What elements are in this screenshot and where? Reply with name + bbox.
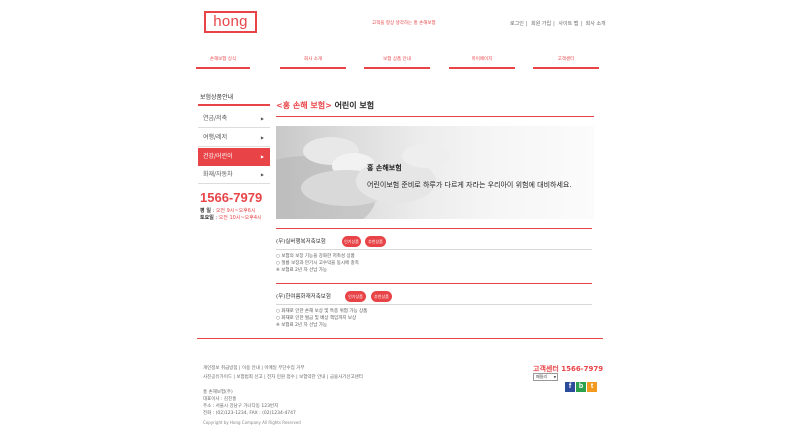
sidebar-divider [198, 104, 270, 106]
util-nav: 로그인 | 회원 가입 | 사이트 맵 | 회사 소개 [510, 21, 606, 27]
terms-link[interactable]: 보험약관 안내 [299, 375, 325, 380]
banner-description: 어린이보험 준비로 하루가 다르게 자라는 우리아이 위험에 대비하세요. [367, 181, 572, 189]
badge-recommended: 추천상품 [371, 291, 392, 302]
photo-guide-link[interactable]: 사진공유가이드 [203, 375, 232, 380]
sidebar-phone: 1566-7979 [200, 190, 263, 205]
complaint-link[interactable]: 전자 민원 접수 [267, 375, 295, 380]
sidebar-title: 보험상품안내 [200, 94, 234, 101]
product-bullet: ※ 보험료 2년 자 선납 가능 [276, 268, 328, 273]
slogan: 고객을 항상 생각하는 홍 손해보험 [372, 21, 436, 26]
login-link[interactable]: 로그인 [510, 21, 524, 27]
footer-copyright: Copyright by Hong Company All Rights Res… [203, 420, 301, 425]
gnb-products[interactable]: 보험 상품 안내 [364, 55, 430, 69]
email-refusal-link[interactable]: 이메일 무단수집 거부 [264, 366, 304, 371]
baby-hands-image [276, 137, 450, 219]
family-site-select[interactable]: 패밀리 ▼ [533, 373, 558, 381]
product-bullet: ○ 보험의 보장 기능을 강화한 저축성 상품 [276, 254, 355, 259]
sidebar-item-label: 화재/자동차 [203, 171, 233, 178]
footer-company: 홍 손해보험(주) [203, 390, 233, 395]
gnb-insurance-knowledge[interactable]: 손해보험 상식 [196, 55, 250, 69]
badge-popular: 인기상품 [345, 291, 366, 302]
twitter-icon[interactable]: t [587, 382, 597, 392]
banner-company-name: 홍 손해보험 [367, 164, 402, 172]
product-separator [276, 304, 592, 305]
sidebar-item-pension[interactable]: 연금/저축 ▶ [198, 110, 270, 128]
badge-recommended: 추천상품 [365, 236, 386, 247]
finance-fraud-link[interactable]: 금융사기신고센터 [330, 375, 363, 380]
hours-label: 토요일 [200, 215, 214, 221]
footer-ceo: 대표이사 : 김진홍 [203, 397, 237, 402]
banner-image [276, 126, 594, 219]
product-bullet: ○ 화재로 인한 벌금 및 배상 책임까지 보상 [276, 316, 357, 321]
product-divider [276, 283, 592, 284]
callcenter-label: 고객센터 [533, 365, 559, 373]
about-link[interactable]: 회사 소개 [586, 21, 606, 27]
family-site-value: 패밀리 [536, 374, 548, 379]
product-bullet: ○ 절릉 보장과 만기시 고수익을 동시에 충족 [276, 261, 359, 266]
sidebar-item-label: 건강/어린이 [203, 153, 233, 160]
arrow-right-icon: ▶ [260, 135, 264, 140]
sitemap-link[interactable]: 사이트 맵 [558, 21, 578, 27]
product-separator [276, 249, 592, 250]
sidebar-item-label: 여행/레저 [203, 134, 228, 141]
facebook-icon[interactable]: f [565, 382, 575, 392]
arrow-right-icon: ▶ [260, 172, 264, 177]
gnb-company[interactable]: 회사 소개 [280, 55, 346, 69]
sidebar-item-fire-auto[interactable]: 화재/자동차 ▶ [198, 166, 270, 184]
product-bullet: ※ 보험료 2년 자 선납 가능 [276, 323, 328, 328]
product-name[interactable]: (무)한여름화재저축보험 [276, 292, 331, 300]
chevron-down-icon: ▼ [553, 375, 556, 379]
footer-tel: 전화 : (02)123-1234, FAX : (02)1234-4747 [203, 411, 296, 416]
hours-weekday: 평 일 : 오전 9시~오후6시 [200, 208, 256, 214]
blog-icon[interactable]: b [576, 382, 586, 392]
title-divider [276, 116, 594, 117]
gnb-customer-center[interactable]: 고객센터 [533, 55, 599, 69]
signup-link[interactable]: 회원 가입 [531, 21, 551, 27]
footer-address: 주소 : 서울시 강남구 가나다동 123번지 [203, 404, 279, 409]
privacy-policy-link[interactable]: 개인정보 취급방침 [203, 366, 238, 371]
product-bullet: ○ 화재로 인한 손해 보상 및 특종 위험 가능 상품 [276, 309, 368, 314]
hours-value: 오전 10시~오후4시 [218, 215, 262, 221]
badge-popular: 인기상품 [342, 236, 361, 247]
logo[interactable]: hong [204, 11, 257, 33]
sidebar-item-label: 연금/저축 [203, 115, 228, 122]
footer-links-row2: 사진공유가이드 | 보험범죄 신고 | 전자 민원 접수 | 보험약관 안내 |… [203, 375, 363, 380]
gnb-mypage[interactable]: 마이페이지 [449, 55, 515, 69]
hours-saturday: 토요일 : 오전 10시~오후4시 [200, 215, 262, 221]
sidebar-item-travel[interactable]: 여행/레저 ▶ [198, 129, 270, 147]
footer-divider [197, 338, 603, 339]
arrow-right-icon: ▶ [260, 154, 264, 159]
usage-guide-link[interactable]: 이용 안내 [242, 366, 260, 371]
callcenter-phone: 1566-7979 [561, 365, 604, 373]
footer-links-row1: 개인정보 취급방침 | 이용 안내 | 이메일 무단수집 거부 [203, 366, 305, 371]
page-title-suffix: 어린이 보험 [331, 101, 375, 110]
product-name[interactable]: (무)실버행복저축보험 [276, 237, 326, 245]
page-title: <홍 손해 보험> 어린이 보험 [276, 100, 374, 111]
sidebar-item-health-child[interactable]: 건강/어린이 ▶ [198, 148, 270, 166]
product-divider [276, 228, 592, 229]
page-title-prefix: <홍 손해 보험> [276, 101, 332, 110]
fraud-report-link[interactable]: 보험범죄 신고 [236, 375, 262, 380]
arrow-right-icon: ▶ [260, 116, 264, 121]
